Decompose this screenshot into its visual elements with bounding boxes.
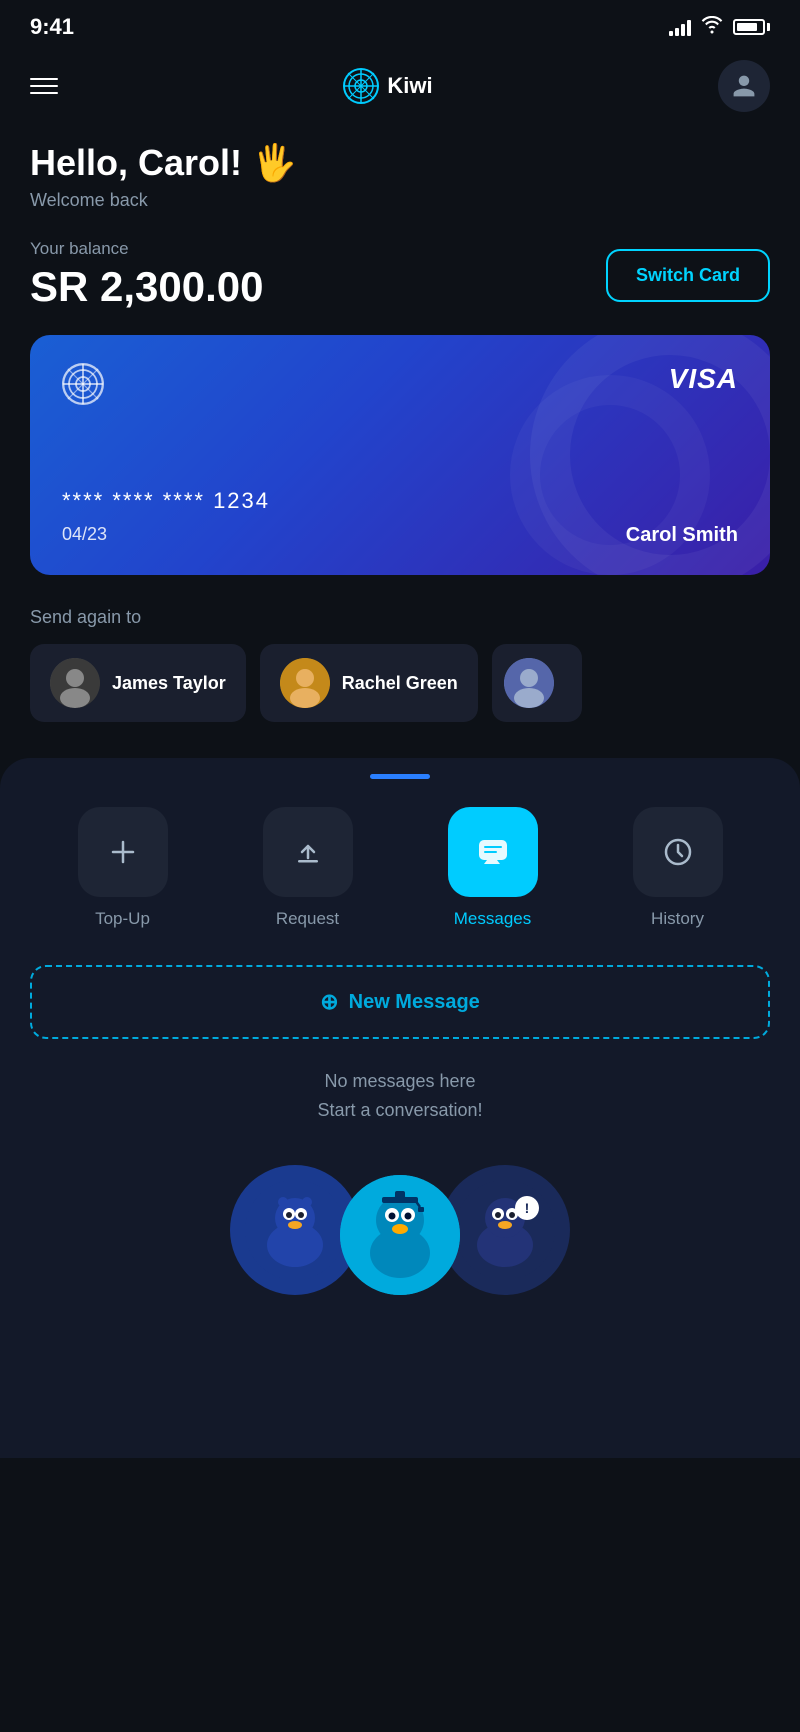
card-expiry: 04/23 bbox=[62, 524, 107, 547]
new-message-icon: ⊕ bbox=[320, 989, 338, 1015]
balance-amount: SR 2,300.00 bbox=[30, 263, 264, 311]
messages-label: Messages bbox=[454, 909, 531, 929]
card-bottom: **** **** **** 1234 04/23 Carol Smith bbox=[62, 488, 738, 547]
messages-button[interactable] bbox=[448, 807, 538, 897]
header: Kiwi bbox=[0, 50, 800, 132]
request-action: Request bbox=[263, 807, 353, 929]
send-again-label: Send again to bbox=[30, 607, 770, 628]
mascot-2 bbox=[340, 1175, 460, 1295]
history-icon bbox=[662, 836, 694, 868]
status-time: 9:41 bbox=[30, 14, 74, 40]
greeting-subtitle: Welcome back bbox=[30, 190, 770, 211]
status-bar: 9:41 bbox=[0, 0, 800, 50]
messages-icon bbox=[476, 835, 510, 869]
switch-card-button[interactable]: Switch Card bbox=[606, 249, 770, 302]
action-buttons: Top-Up Request Messages bbox=[30, 807, 770, 929]
new-message-button[interactable]: ⊕ New Message bbox=[30, 965, 770, 1039]
avatar-rachel bbox=[280, 658, 330, 708]
card-meta: 04/23 Carol Smith bbox=[62, 524, 738, 547]
drag-handle bbox=[370, 774, 430, 779]
kiwi-logo-icon bbox=[343, 68, 379, 104]
status-icons bbox=[669, 16, 770, 39]
balance-row: Your balance SR 2,300.00 Switch Card bbox=[30, 239, 770, 311]
profile-icon bbox=[731, 73, 757, 99]
card-kiwi-logo bbox=[62, 363, 104, 405]
main-content: Hello, Carol! 🖐️ Welcome back Your balan… bbox=[0, 132, 800, 722]
topup-button[interactable] bbox=[78, 807, 168, 897]
request-label: Request bbox=[276, 909, 339, 929]
send-again-list: James Taylor Rachel Green bbox=[30, 644, 770, 722]
greeting-section: Hello, Carol! 🖐️ Welcome back bbox=[30, 142, 770, 211]
topup-label: Top-Up bbox=[95, 909, 150, 929]
plus-icon bbox=[107, 836, 139, 868]
empty-state: No messages here Start a conversation! bbox=[30, 1067, 770, 1125]
avatar-third bbox=[504, 658, 554, 708]
mascots-section: ! bbox=[30, 1165, 770, 1295]
profile-button[interactable] bbox=[718, 60, 770, 112]
avatar-james bbox=[50, 658, 100, 708]
card-number: **** **** **** 1234 bbox=[62, 488, 738, 514]
messages-action: Messages bbox=[448, 807, 538, 929]
request-button[interactable] bbox=[263, 807, 353, 897]
hamburger-menu[interactable] bbox=[30, 78, 58, 94]
logo: Kiwi bbox=[343, 68, 432, 104]
upload-icon bbox=[292, 836, 324, 868]
history-action: History bbox=[633, 807, 723, 929]
wifi-icon bbox=[701, 16, 723, 39]
topup-action: Top-Up bbox=[78, 807, 168, 929]
send-again-third[interactable] bbox=[492, 644, 582, 722]
send-name-james: James Taylor bbox=[112, 673, 226, 694]
signal-icon bbox=[669, 18, 691, 36]
send-again-rachel[interactable]: Rachel Green bbox=[260, 644, 478, 722]
balance-label: Your balance bbox=[30, 239, 264, 259]
logo-text: Kiwi bbox=[387, 73, 432, 99]
send-name-rachel: Rachel Green bbox=[342, 673, 458, 694]
svg-text:!: ! bbox=[525, 1200, 530, 1216]
empty-state-line1: No messages here bbox=[30, 1067, 770, 1096]
history-button[interactable] bbox=[633, 807, 723, 897]
empty-state-line2: Start a conversation! bbox=[30, 1096, 770, 1125]
battery-icon bbox=[733, 19, 770, 35]
credit-card: VISA **** **** **** 1234 04/23 Carol Smi… bbox=[30, 335, 770, 575]
card-holder-name: Carol Smith bbox=[626, 524, 738, 547]
send-again-james[interactable]: James Taylor bbox=[30, 644, 246, 722]
history-label: History bbox=[651, 909, 704, 929]
new-message-label: New Message bbox=[349, 991, 480, 1014]
greeting-title: Hello, Carol! 🖐️ bbox=[30, 142, 770, 184]
balance-section: Your balance SR 2,300.00 bbox=[30, 239, 264, 311]
bottom-panel: Top-Up Request Messages bbox=[0, 758, 800, 1458]
